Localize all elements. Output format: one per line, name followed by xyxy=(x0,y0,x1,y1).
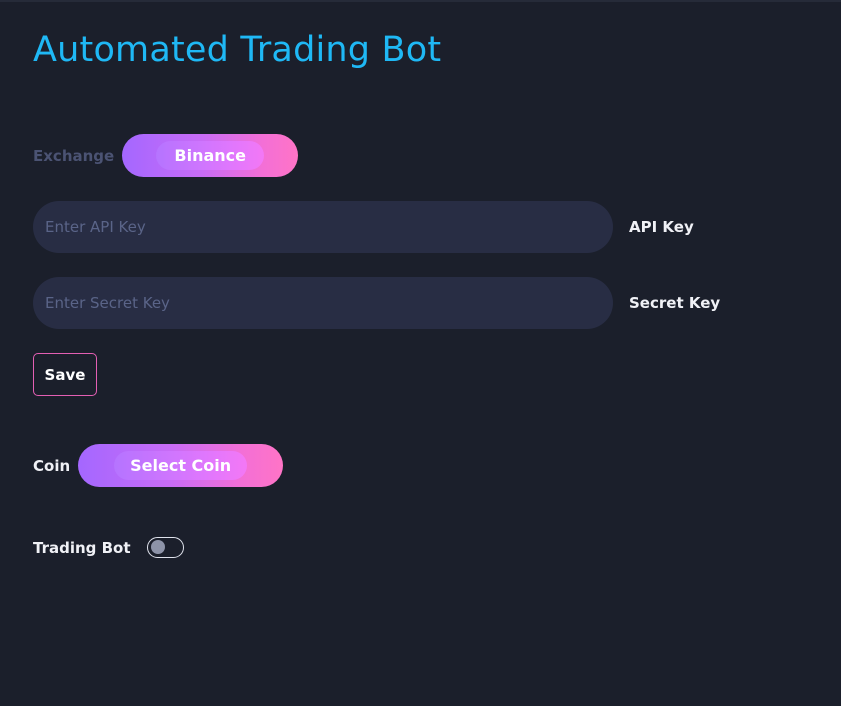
exchange-select-button[interactable]: Binance xyxy=(122,134,299,177)
api-key-input[interactable] xyxy=(33,201,613,253)
trading-bot-toggle[interactable] xyxy=(146,537,184,558)
api-key-label: API Key xyxy=(629,218,694,236)
trading-bot-row: Trading Bot xyxy=(33,537,184,558)
top-border xyxy=(0,0,841,2)
coin-row: Coin Select Coin xyxy=(33,444,284,487)
toggle-knob xyxy=(150,540,165,554)
coin-select-button[interactable]: Select Coin xyxy=(78,444,284,487)
page-title: Automated Trading Bot xyxy=(33,30,442,70)
api-key-row: API Key xyxy=(33,201,694,253)
coin-label: Coin xyxy=(33,456,71,475)
secret-key-label: Secret Key xyxy=(629,294,721,312)
secret-key-input[interactable] xyxy=(33,277,613,329)
save-row: Save xyxy=(33,353,97,396)
coin-selected-value: Select Coin xyxy=(130,456,232,475)
exchange-label: Exchange xyxy=(33,146,115,165)
save-button[interactable]: Save xyxy=(33,353,97,396)
secret-key-row: Secret Key xyxy=(33,277,720,329)
exchange-selected-value: Binance xyxy=(174,146,247,165)
trading-bot-label: Trading Bot xyxy=(33,538,131,557)
exchange-row: Exchange Binance xyxy=(33,134,299,177)
